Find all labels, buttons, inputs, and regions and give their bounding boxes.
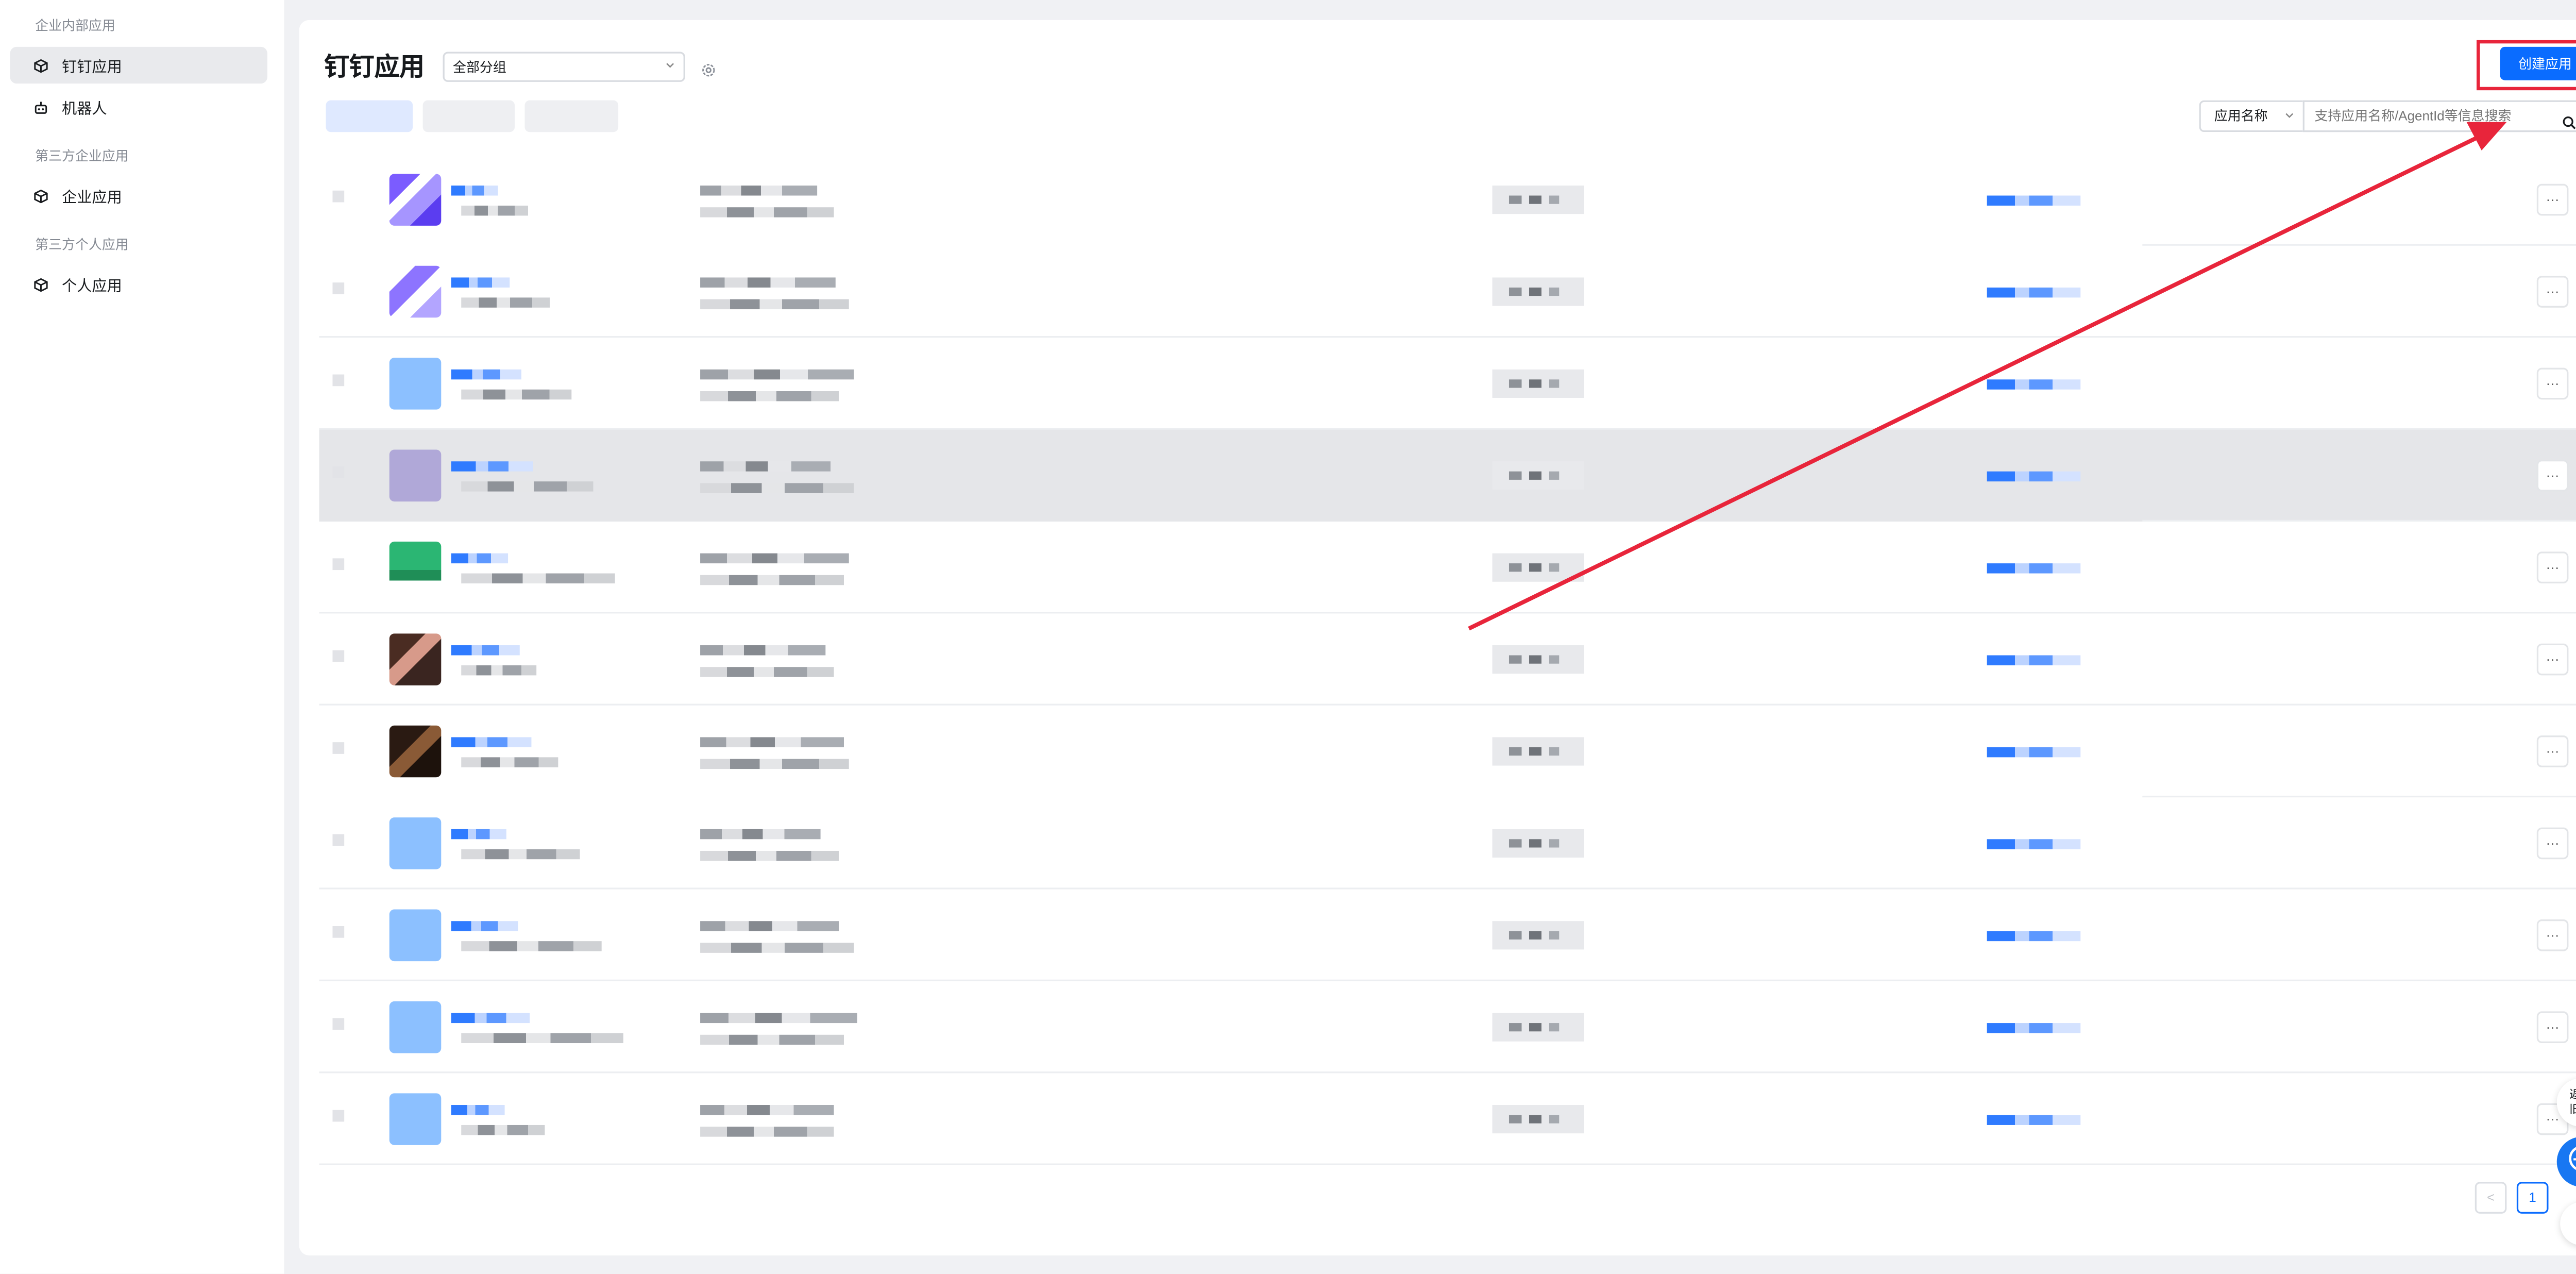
annotation-arrow [1468, 122, 2507, 631]
app-root: 企业内部应用 钉钉应用 机器人 第三方企业应用 企业应用 第三方个人应用 个人应… [0, 0, 2576, 1274]
